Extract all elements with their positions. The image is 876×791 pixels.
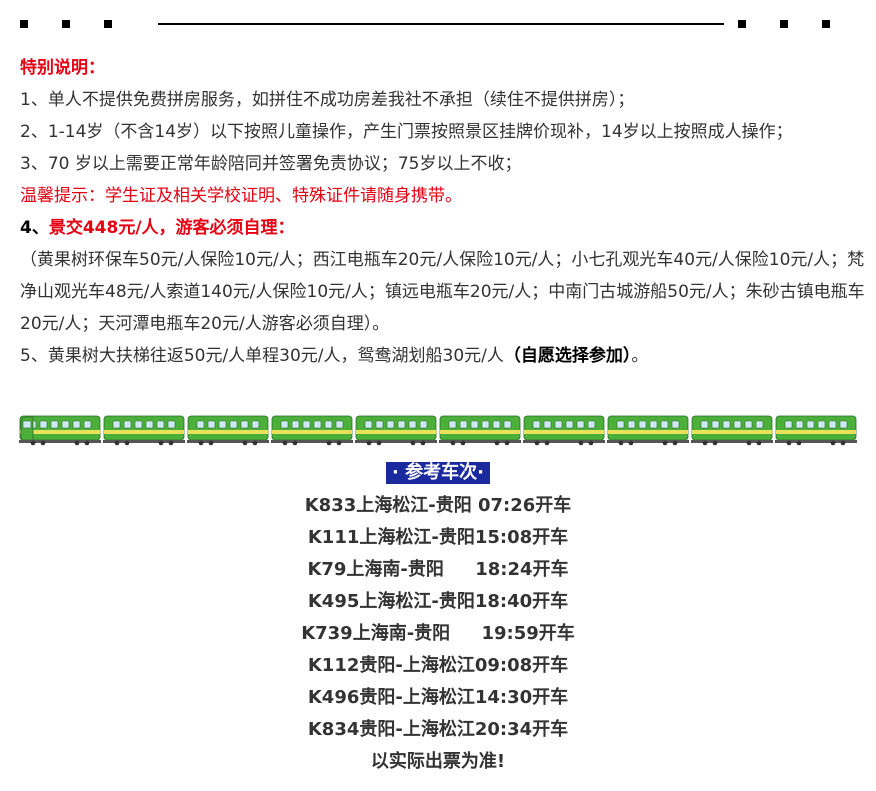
note-item-4-detail: （黄果树环保车50元/人保险10元/人；西江电瓶车20元/人保险10元/人；小七…: [20, 250, 865, 334]
special-notes: 特别说明： 1、单人不提供免费拼房服务，如拼住不成功房差我社不承担（续住不提供拼…: [20, 52, 866, 372]
note-item-5: 5、黄果树大扶梯往返50元/人单程30元/人，鸳鸯湖划船30元/人（自愿选择参加…: [20, 340, 866, 372]
note-item-5-text: 5、黄果树大扶梯往返50元/人单程30元/人，鸳鸯湖划船30元/人: [20, 346, 504, 366]
schedule-row: K495上海松江-贵阳18:40开车: [307, 591, 569, 612]
bullet-square: [20, 20, 28, 28]
note-item-5-note: （自愿选择参加）: [503, 346, 632, 366]
train-car-icon: [271, 412, 353, 446]
header-divider: [0, 0, 876, 50]
train-car-icon: [691, 412, 773, 446]
bullet-square: [738, 20, 746, 28]
train-car-icon: [775, 412, 857, 446]
train-car-icon: [523, 412, 605, 446]
schedule-row: K739上海南-贵阳 19:59开车: [301, 623, 575, 644]
note-item-3: 3、70 岁以上需要正常年龄陪同并签署免责协议；75岁以上不收；: [20, 154, 522, 174]
schedule-row: K833上海松江-贵阳 07:26开车: [304, 495, 572, 516]
schedule-row: K79上海南-贵阳 18:24开车: [307, 559, 569, 580]
schedule-footer: 以实际出票为准!: [370, 751, 506, 772]
schedule-row: K112贵阳-上海松江09:08开车: [307, 655, 569, 676]
train-car-icon: [187, 412, 269, 446]
note-item-4: 4、景交448元/人，游客必须自理：: [20, 212, 866, 244]
warm-tip: 温馨提示：学生证及相关学校证明、特殊证件请随身携带。: [20, 186, 462, 206]
schedule-title: · 参考车次·: [386, 462, 490, 484]
train-car-icon: [439, 412, 521, 446]
bullet-square: [104, 20, 112, 28]
schedule-row: K496贵阳-上海松江14:30开车: [307, 687, 569, 708]
note-item-4-title: 景交448元/人，游客必须自理：: [48, 218, 295, 238]
notes-heading: 特别说明：: [20, 58, 105, 78]
bullet-square: [62, 20, 70, 28]
bullet-square: [780, 20, 788, 28]
note-item-2: 2、1-14岁（不含14岁）以下按照儿童操作，产生门票按照景区挂牌价现补，14岁…: [20, 122, 793, 142]
note-item-4-prefix: 4、: [20, 218, 49, 238]
divider-line: [158, 23, 724, 25]
train-car-icon: [103, 412, 185, 446]
train-schedule: · 参考车次· K833上海松江-贵阳 07:26开车 K111上海松江-贵阳15…: [0, 462, 876, 778]
schedule-list: K833上海松江-贵阳 07:26开车 K111上海松江-贵阳15:08开车 K79…: [0, 490, 876, 746]
train-decoration: [19, 412, 865, 446]
schedule-row: K111上海松江-贵阳15:08开车: [307, 527, 569, 548]
note-item-5-end: 。: [631, 346, 649, 366]
note-item-1: 1、单人不提供免费拼房服务，如拼住不成功房差我社不承担（续住不提供拼房）；: [20, 90, 635, 110]
train-car-icon: [355, 412, 437, 446]
train-locomotive-icon: [19, 412, 101, 446]
schedule-row: K834贵阳-上海松江20:34开车: [307, 719, 569, 740]
train-car-icon: [607, 412, 689, 446]
bullet-square: [822, 20, 830, 28]
